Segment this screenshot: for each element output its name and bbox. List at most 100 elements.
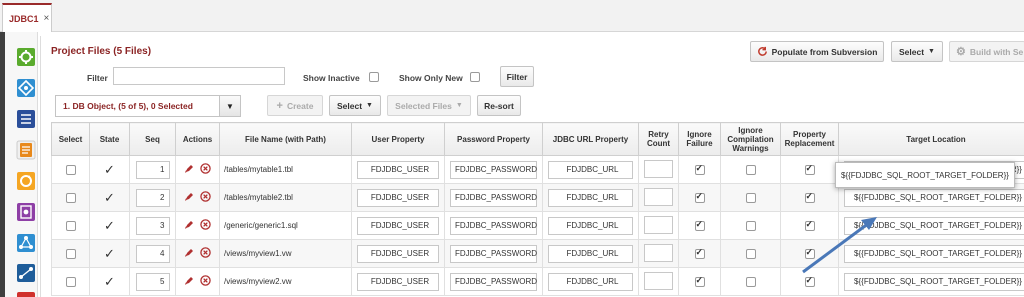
- ignore-warnings-checkbox[interactable]: [745, 248, 756, 259]
- state-cell: ✓: [89, 267, 130, 296]
- col-password-property[interactable]: Password Property: [444, 122, 543, 156]
- delete-icon[interactable]: [200, 163, 211, 174]
- show-inactive-checkbox[interactable]: [369, 72, 379, 82]
- seq-cell: 5: [129, 267, 176, 296]
- row-select-checkbox[interactable]: [65, 164, 76, 175]
- seq-input[interactable]: 3: [135, 216, 170, 235]
- purple-gear-doc-icon[interactable]: [16, 202, 36, 222]
- red-icon[interactable]: [16, 291, 36, 297]
- col-ignore-warnings[interactable]: Ignore Compilation Warnings: [720, 122, 781, 156]
- password-property-input[interactable]: FDJDBC_PASSWORD: [450, 244, 537, 263]
- create-button[interactable]: + Create: [267, 95, 323, 116]
- col-file-name[interactable]: File Name (with Path): [219, 122, 352, 156]
- col-actions[interactable]: Actions: [175, 122, 220, 156]
- ignore-failure-checkbox[interactable]: [694, 275, 705, 287]
- populate-from-subversion-button[interactable]: Populate from Subversion: [750, 41, 884, 62]
- ignore-failure-checkbox[interactable]: [694, 247, 705, 259]
- col-property-replacement[interactable]: Property Replacement: [780, 122, 839, 156]
- ignore-warnings-checkbox[interactable]: [745, 276, 756, 287]
- col-ignore-failure[interactable]: Ignore Failure: [678, 122, 721, 156]
- user-property-input[interactable]: FDJDBC_USER: [357, 160, 439, 179]
- row-select-checkbox[interactable]: [65, 276, 76, 287]
- jdbc-url-input[interactable]: FDJDBC_URL: [548, 160, 633, 179]
- filter-input[interactable]: [113, 67, 285, 85]
- password-property-input[interactable]: FDJDBC_PASSWORD: [450, 272, 537, 291]
- green-gear-icon[interactable]: [16, 47, 36, 67]
- pencil-icon[interactable]: [184, 276, 194, 286]
- col-target-location[interactable]: Target Location: [838, 122, 1024, 156]
- ignore-warnings-checkbox[interactable]: [745, 164, 756, 175]
- object-type-select[interactable]: 1. DB Object, (5 of 5), 0 Selected ▼: [55, 95, 241, 117]
- pencil-icon[interactable]: [184, 248, 194, 258]
- chevron-down-icon: ▼: [928, 48, 935, 55]
- col-seq[interactable]: Seq: [129, 122, 176, 156]
- user-property-input[interactable]: FDJDBC_USER: [357, 272, 439, 291]
- seq-input[interactable]: 4: [135, 244, 170, 263]
- password-property-input[interactable]: FDJDBC_PASSWORD: [450, 216, 537, 235]
- ignore-failure-checkbox[interactable]: [694, 219, 705, 231]
- retry-count-input[interactable]: [644, 243, 673, 262]
- seq-cell: 4: [129, 239, 176, 268]
- user-property-input[interactable]: FDJDBC_USER: [357, 216, 439, 235]
- pencil-icon[interactable]: [184, 192, 194, 202]
- share-network-icon[interactable]: [16, 233, 36, 253]
- row-select-checkbox[interactable]: [65, 192, 76, 203]
- retry-count-input[interactable]: [644, 215, 673, 234]
- col-retry-count[interactable]: Retry Count: [638, 122, 679, 156]
- delete-icon[interactable]: [200, 219, 211, 230]
- show-only-new-checkbox[interactable]: [470, 72, 480, 82]
- close-icon[interactable]: ×: [44, 13, 50, 24]
- select-menu-button[interactable]: Select ▼: [891, 41, 943, 62]
- resort-button[interactable]: Re-sort: [477, 95, 521, 116]
- password-property-input[interactable]: FDJDBC_PASSWORD: [450, 160, 537, 179]
- retry-count-input[interactable]: [644, 187, 673, 206]
- tab-jdbc1[interactable]: JDBC1 ×: [2, 3, 52, 32]
- col-user-property[interactable]: User Property: [351, 122, 445, 156]
- user-property-input[interactable]: FDJDBC_USER: [357, 188, 439, 207]
- seq-input[interactable]: 5: [135, 272, 170, 291]
- delete-icon[interactable]: [200, 191, 211, 202]
- pencil-icon[interactable]: [184, 164, 194, 174]
- property-replacement-cell: [780, 155, 839, 184]
- list-icon[interactable]: [16, 109, 36, 129]
- seq-input[interactable]: 1: [135, 160, 170, 179]
- build-label: Build with Se: [969, 46, 1024, 57]
- orange-document-icon[interactable]: [16, 140, 36, 160]
- property-replacement-checkbox[interactable]: [804, 163, 815, 175]
- filter-button[interactable]: Filter: [500, 66, 534, 87]
- ignore-failure-checkbox[interactable]: [694, 191, 705, 203]
- select-rows-button[interactable]: Select ▼: [329, 95, 381, 116]
- jdbc-url-cell: FDJDBC_URL: [542, 267, 639, 296]
- delete-icon[interactable]: [200, 247, 211, 258]
- password-property-input[interactable]: FDJDBC_PASSWORD: [450, 188, 537, 207]
- row-select-cell: [51, 267, 90, 296]
- row-select-checkbox[interactable]: [65, 248, 76, 259]
- jdbc-url-input[interactable]: FDJDBC_URL: [548, 272, 633, 291]
- pencil-icon[interactable]: [184, 220, 194, 230]
- ignore-warnings-checkbox[interactable]: [745, 220, 756, 231]
- delete-icon[interactable]: [200, 275, 211, 286]
- jdbc-url-cell: FDJDBC_URL: [542, 239, 639, 268]
- retry-count-input[interactable]: [644, 271, 673, 290]
- row-select-checkbox[interactable]: [65, 220, 76, 231]
- col-state[interactable]: State: [89, 122, 130, 156]
- jdbc-url-input[interactable]: FDJDBC_URL: [548, 244, 633, 263]
- orange-sync-icon[interactable]: [16, 171, 36, 191]
- target-location-callout: ${{FDJDBC_SQL_ROOT_TARGET_FOLDER}}: [835, 162, 1015, 188]
- tab-bar: JDBC1 ×: [0, 0, 1024, 32]
- ignore-warnings-checkbox[interactable]: [745, 192, 756, 203]
- col-select[interactable]: Select: [51, 122, 90, 156]
- jdbc-url-input[interactable]: FDJDBC_URL: [548, 188, 633, 207]
- user-property-input[interactable]: FDJDBC_USER: [357, 244, 439, 263]
- retry-count-cell: [638, 183, 679, 212]
- flow-diagram-icon[interactable]: [16, 263, 36, 283]
- actions-cell: [175, 183, 220, 212]
- jdbc-url-input[interactable]: FDJDBC_URL: [548, 216, 633, 235]
- seq-input[interactable]: 2: [135, 188, 170, 207]
- blue-diamond-icon[interactable]: [16, 78, 36, 98]
- col-jdbc-url-property[interactable]: JDBC URL Property: [542, 122, 639, 156]
- selected-files-button[interactable]: Selected Files ▼: [387, 95, 471, 116]
- ignore-failure-checkbox[interactable]: [694, 163, 705, 175]
- build-button[interactable]: ⚙ Build with Se: [949, 41, 1024, 62]
- retry-count-input[interactable]: [644, 159, 673, 178]
